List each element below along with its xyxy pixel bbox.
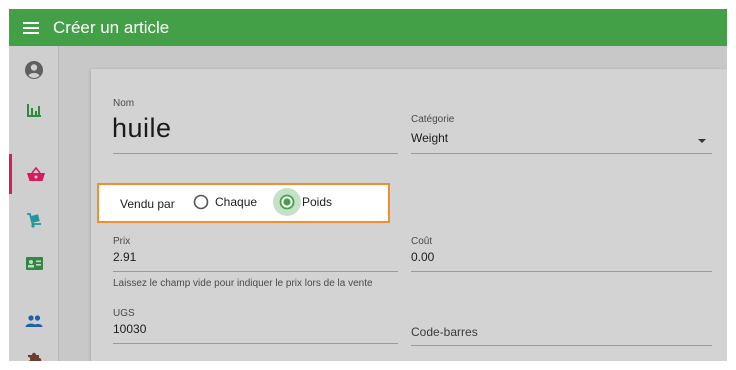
app-window: Créer un article Nom huile Catégorie Wei… <box>9 9 727 361</box>
radio-weight-label: Poids <box>302 195 333 209</box>
menu-button[interactable] <box>9 9 53 46</box>
dolly-icon <box>27 212 41 228</box>
sku-underline <box>113 343 398 344</box>
price-input[interactable]: 2.91 <box>113 250 136 264</box>
app-bar: Créer un article <box>9 9 727 46</box>
contact-card-icon <box>25 256 43 270</box>
category-underline <box>411 153 712 154</box>
cost-label: Coût <box>411 236 433 247</box>
shopping-basket-icon <box>26 166 45 181</box>
price-underline <box>113 271 398 272</box>
price-helper-text: Laissez le champ vide pour indiquer le p… <box>113 278 373 289</box>
people-icon <box>25 315 43 327</box>
category-label: Catégorie <box>411 114 455 125</box>
sidebar-item-customers[interactable] <box>9 243 59 283</box>
radio-each-label: Chaque <box>215 195 258 209</box>
sold-by-group: Vendu par Chaque Poids <box>97 183 390 223</box>
bar-chart-icon <box>27 103 41 117</box>
sidebar-item-account[interactable] <box>9 50 59 90</box>
sidebar-item-items[interactable] <box>9 154 59 194</box>
category-select[interactable]: Weight <box>411 131 448 145</box>
hamburger-menu-icon <box>23 21 39 34</box>
price-label: Prix <box>113 236 131 247</box>
sidebar <box>9 46 59 361</box>
chevron-down-icon[interactable] <box>698 139 706 143</box>
sidebar-item-purchase[interactable] <box>9 200 59 240</box>
cost-input[interactable]: 0.00 <box>411 250 434 264</box>
barcode-input[interactable]: Code-barres <box>411 325 478 339</box>
name-label: Nom <box>113 98 135 109</box>
cost-underline <box>411 271 712 272</box>
sidebar-item-apps[interactable] <box>9 338 59 361</box>
name-input[interactable]: huile <box>112 113 172 144</box>
account-circle-icon <box>25 61 43 79</box>
sidebar-item-reports[interactable] <box>9 90 59 130</box>
radio-weight[interactable]: Poids <box>272 187 332 217</box>
sidebar-item-employees[interactable] <box>9 301 59 341</box>
sold-by-label: Vendu par <box>120 197 175 211</box>
barcode-underline <box>411 345 712 346</box>
radio-checked-icon[interactable] <box>272 187 302 217</box>
name-underline <box>113 153 398 154</box>
puzzle-icon <box>28 352 42 361</box>
radio-each[interactable]: Chaque <box>193 194 257 210</box>
sku-input[interactable]: 10030 <box>113 322 146 336</box>
radio-unchecked-icon[interactable] <box>193 194 209 210</box>
sku-label: UGS <box>113 308 135 319</box>
page-title: Créer un article <box>53 17 170 37</box>
